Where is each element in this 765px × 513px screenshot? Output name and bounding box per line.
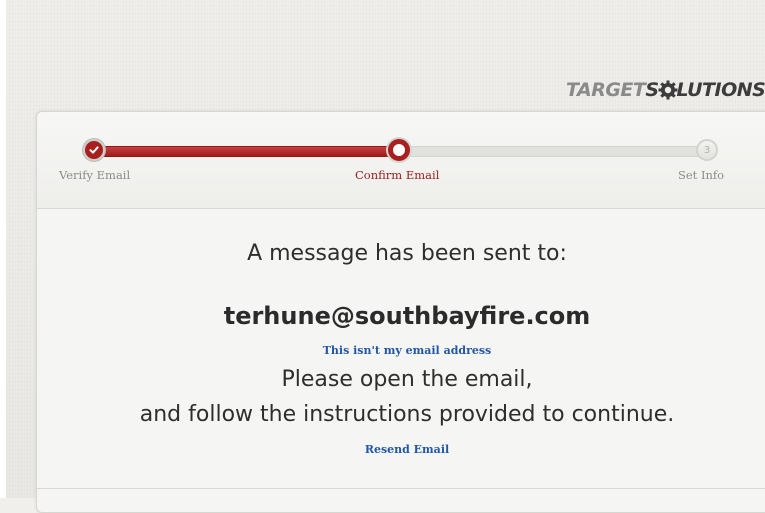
logo-text-lutions: LUTIONS: [676, 79, 765, 101]
progress-fill: [93, 146, 401, 157]
step-verify-email-label: Verify Email: [59, 168, 131, 182]
step-set-info-node: 3: [696, 139, 718, 161]
step-number: 3: [703, 144, 711, 156]
step-verify-email-node: [83, 139, 105, 161]
progress-header: Verify Email Confirm Email 3 Set Info: [37, 112, 765, 209]
verification-card: Verify Email Confirm Email 3 Set Info A …: [36, 111, 765, 513]
check-icon: [89, 146, 99, 154]
step-confirm-email-node: [388, 139, 410, 161]
step-confirm-email-label: Confirm Email: [355, 168, 440, 182]
logo-text-target: TARGET: [566, 79, 646, 101]
page-edge: [0, 0, 6, 498]
card-divider: [37, 488, 765, 489]
targetsolutions-logo: TARGET S LUTIONS: [566, 75, 765, 105]
email-address: terhune@southbayfire.com: [223, 302, 591, 330]
gear-icon: [658, 80, 678, 100]
not-my-email-link[interactable]: This isn't my email address: [323, 344, 492, 357]
instruction-line-2: and follow the instructions provided to …: [139, 402, 675, 427]
step-set-info-label: Set Info: [678, 168, 725, 182]
instruction-line-1: Please open the email,: [281, 367, 533, 392]
resend-email-link[interactable]: Resend Email: [365, 443, 449, 456]
sent-message-text: A message has been sent to:: [247, 241, 567, 266]
